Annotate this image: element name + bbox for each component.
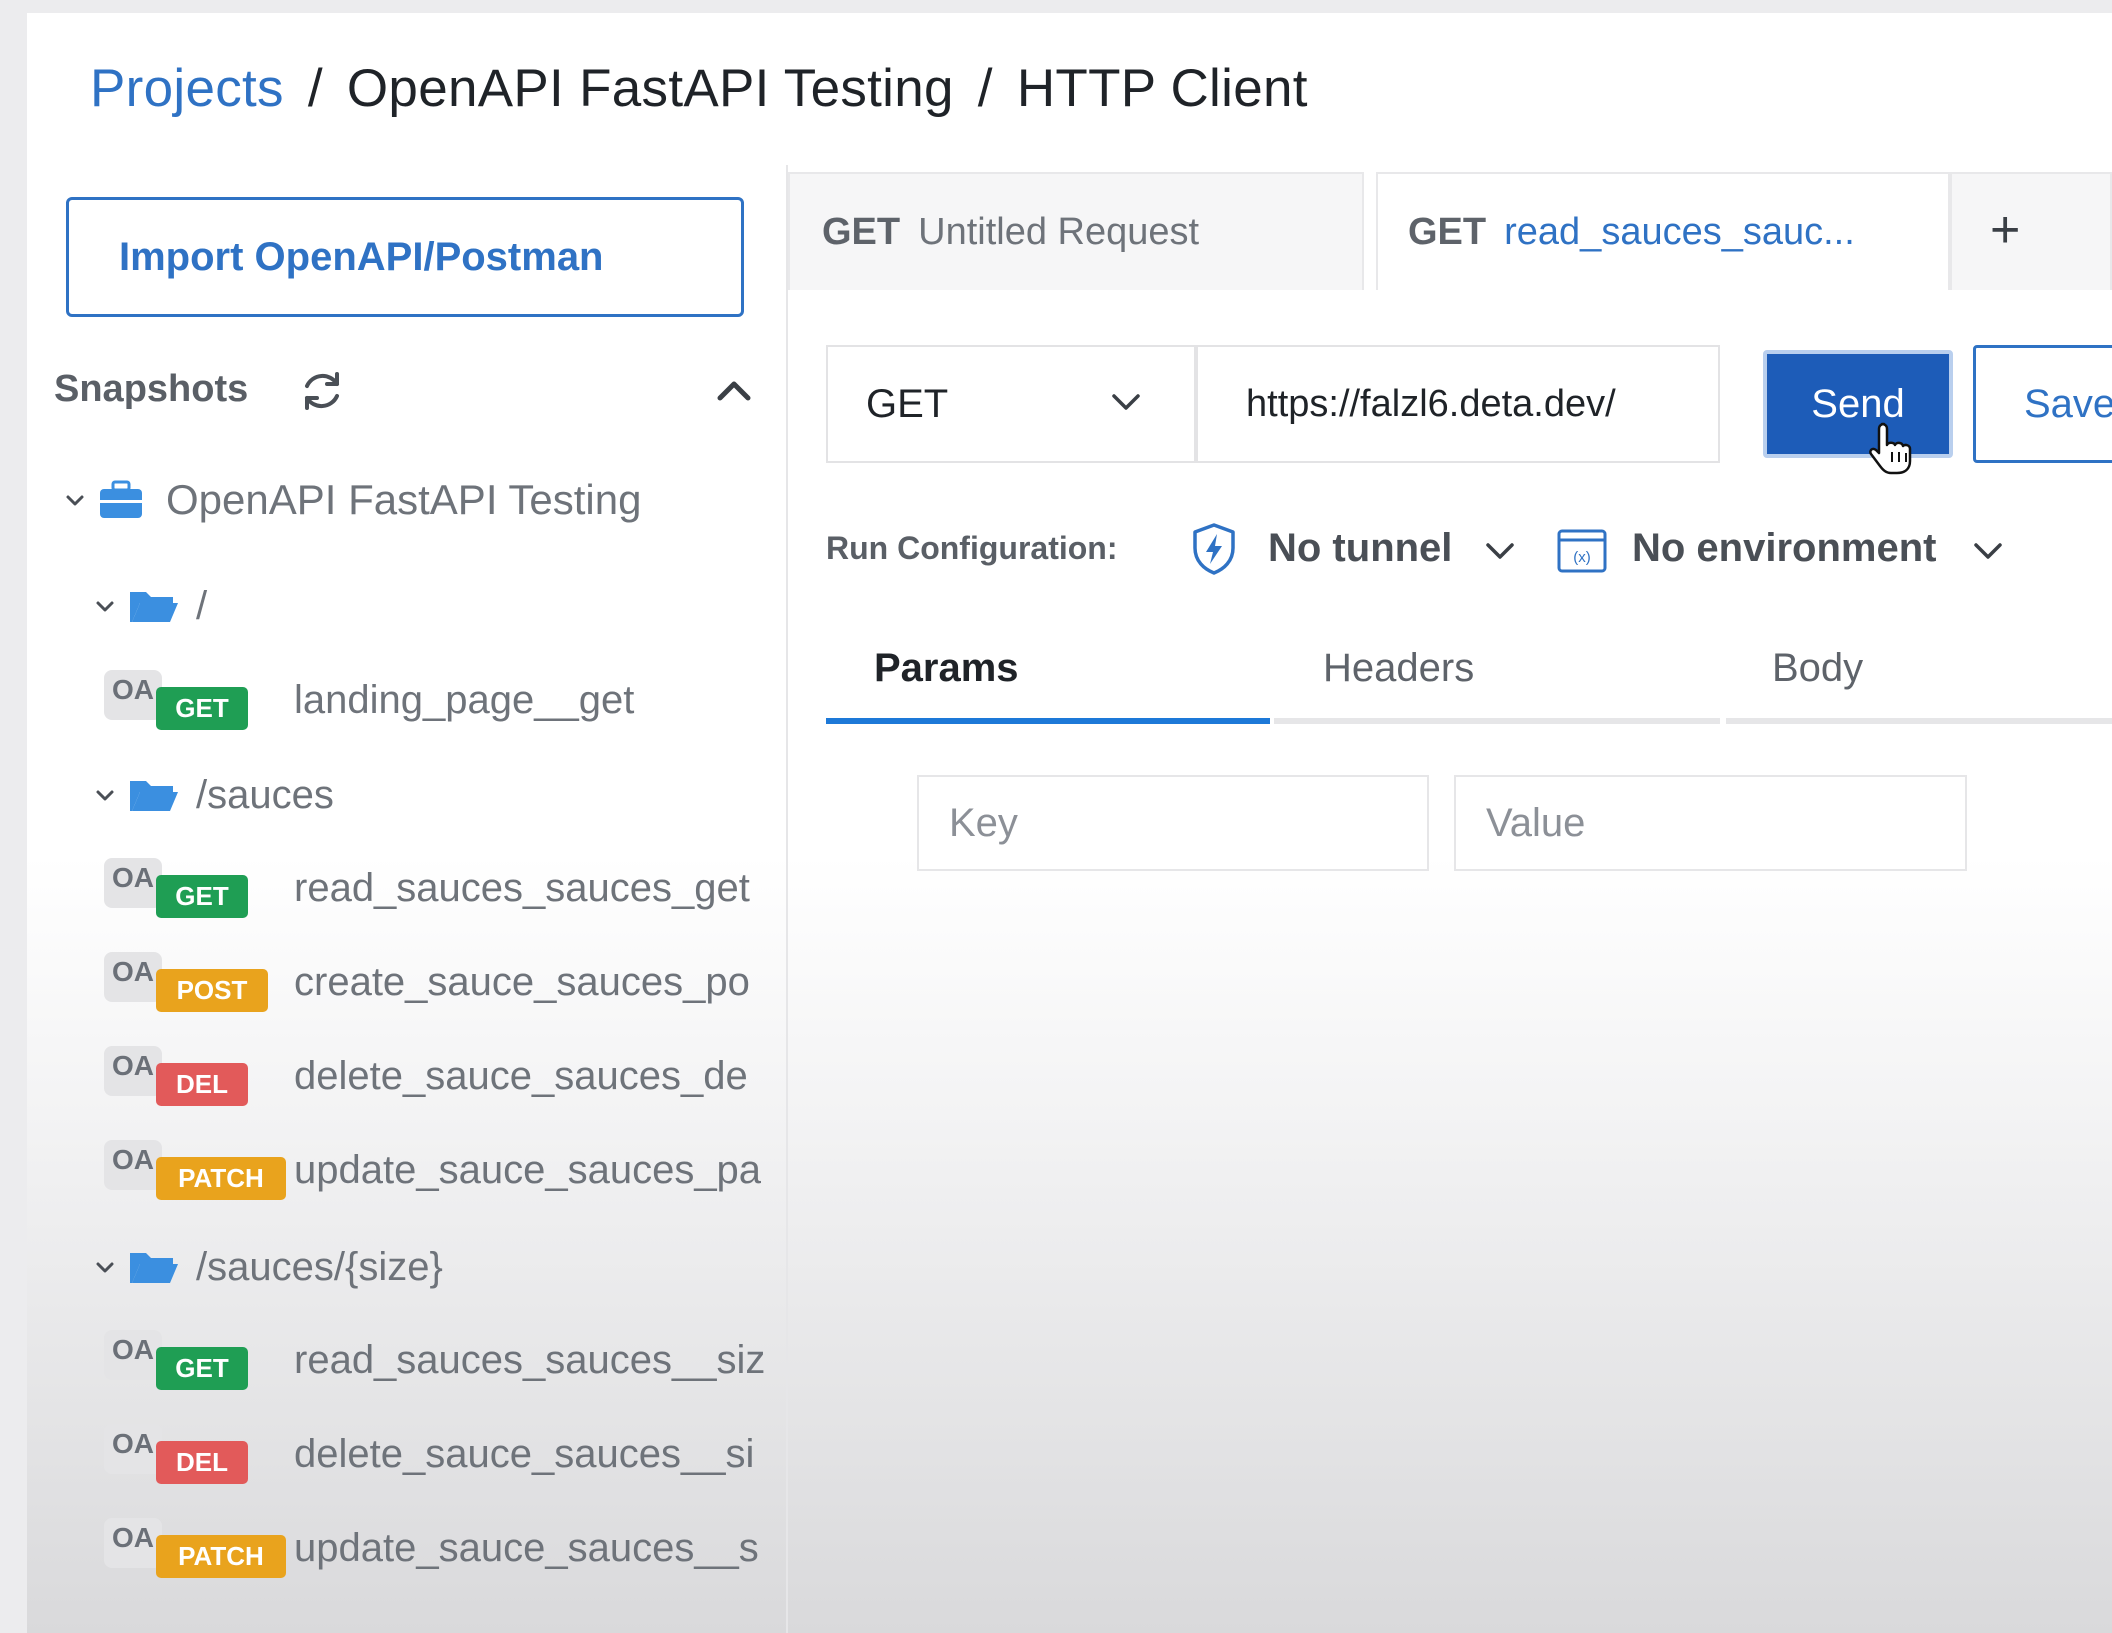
briefcase-icon [100, 480, 142, 518]
openapi-badge: OA [104, 1046, 162, 1096]
folder-label: / [196, 583, 208, 628]
chevron-down-icon[interactable] [94, 1256, 116, 1278]
endpoint-name: read_sauces_sauces__siz [294, 1338, 766, 1382]
tab-underline [1726, 718, 2112, 724]
openapi-badge: OA [104, 1424, 162, 1474]
folder-label: /sauces [196, 772, 334, 817]
shield-bolt-icon[interactable] [1190, 522, 1238, 576]
chevron-down-icon[interactable] [94, 784, 116, 806]
sidebar-divider [786, 165, 788, 1633]
openapi-badge: OA [104, 1140, 162, 1190]
endpoint-item[interactable]: OA PATCH update_sauce_sauces__s [104, 1518, 794, 1580]
send-button[interactable]: Send [1763, 350, 1953, 458]
breadcrumb: Projects / OpenAPI FastAPI Testing / HTTP Cl… [90, 58, 1308, 119]
tree-folder[interactable]: / [94, 576, 207, 636]
tab-underline-active [826, 718, 1270, 724]
environment-icon[interactable]: (x) [1556, 526, 1608, 574]
method-badge-patch: PATCH [156, 1157, 286, 1200]
openapi-badge: OA [104, 858, 162, 908]
add-tab-button[interactable]: + [1990, 200, 2020, 260]
tab-name: read_sauces_sauc... [1504, 210, 1855, 253]
method-badge-delete: DEL [156, 1441, 248, 1484]
run-configuration-label: Run Configuration: [826, 530, 1118, 566]
tab-underline [1274, 718, 1720, 724]
tab-method: GET [1408, 210, 1487, 253]
tab-name: Untitled Request [918, 210, 1200, 253]
openapi-badge: OA [104, 952, 162, 1002]
snapshots-title: Snapshots [54, 368, 249, 410]
method-select[interactable]: GET [826, 345, 1196, 463]
chevron-down-icon[interactable] [1972, 540, 2004, 562]
chevron-up-icon[interactable] [714, 374, 754, 404]
folder-open-icon [130, 1253, 178, 1283]
method-select-value: GET [866, 381, 949, 426]
snapshots-header: Snapshots [54, 362, 759, 418]
svg-text:(x): (x) [1573, 549, 1591, 566]
endpoint-name: delete_sauce_sauces__si [294, 1432, 755, 1476]
page-title: HTTP Client [1016, 59, 1308, 118]
endpoint-name: update_sauce_sauces_pa [294, 1148, 762, 1192]
tree-project[interactable]: OpenAPI FastAPI Testing [64, 470, 641, 530]
tunnel-select[interactable]: No tunnel [1268, 526, 1452, 571]
folder-open-icon [130, 781, 178, 811]
endpoint-name: delete_sauce_sauces_de [294, 1054, 748, 1098]
tab-body[interactable]: Body [1772, 646, 1863, 691]
method-badge-post: POST [156, 969, 268, 1012]
endpoint-name: read_sauces_sauces_get [294, 866, 750, 910]
breadcrumb-separator: / [977, 59, 993, 118]
param-key-input[interactable]: Key [917, 775, 1429, 871]
method-badge-patch: PATCH [156, 1535, 286, 1578]
endpoint-item[interactable]: OA GET read_sauces_sauces_get [104, 858, 794, 920]
chevron-down-icon[interactable] [64, 489, 86, 511]
method-badge-delete: DEL [156, 1063, 248, 1106]
method-badge-get: GET [156, 875, 248, 918]
endpoint-name: landing_page__get [294, 678, 635, 722]
refresh-icon[interactable] [297, 366, 347, 416]
tab-params[interactable]: Params [874, 646, 1019, 691]
param-value-input[interactable]: Value [1454, 775, 1967, 871]
tab-method: GET [822, 210, 901, 253]
breadcrumb-separator: / [307, 59, 323, 118]
folder-open-icon [130, 592, 178, 622]
request-tab[interactable]: GET Untitled Request [788, 172, 1364, 290]
endpoint-item[interactable]: OA POST create_sauce_sauces_po [104, 952, 794, 1014]
tree-folder[interactable]: /sauces [94, 765, 334, 825]
request-tab-active[interactable]: GET read_sauces_sauc... [1376, 172, 1950, 290]
endpoint-item[interactable]: OA GET landing_page__get [104, 670, 794, 732]
breadcrumb-project[interactable]: OpenAPI FastAPI Testing [347, 59, 954, 118]
endpoint-item[interactable]: OA GET read_sauces_sauces__siz [104, 1330, 794, 1392]
tab-headers[interactable]: Headers [1323, 646, 1474, 691]
url-input[interactable]: https://falzl6.deta.dev/ [1196, 345, 1720, 463]
endpoint-name: create_sauce_sauces_po [294, 960, 750, 1004]
import-openapi-button[interactable]: Import OpenAPI/Postman [66, 197, 744, 317]
method-badge-get: GET [156, 687, 248, 730]
hand-cursor-icon [1869, 422, 1912, 475]
new-tab-area [1950, 172, 2112, 290]
folder-label: /sauces/{size} [196, 1244, 443, 1289]
breadcrumb-projects-link[interactable]: Projects [90, 59, 284, 118]
method-badge-get: GET [156, 1347, 248, 1390]
chevron-down-icon [1112, 394, 1140, 410]
chevron-down-icon[interactable] [94, 595, 116, 617]
environment-select[interactable]: No environment [1632, 526, 1936, 571]
endpoint-item[interactable]: OA PATCH update_sauce_sauces_pa [104, 1140, 794, 1202]
endpoint-item[interactable]: OA DEL delete_sauce_sauces__si [104, 1424, 794, 1486]
endpoint-name: update_sauce_sauces__s [294, 1526, 759, 1570]
endpoint-item[interactable]: OA DEL delete_sauce_sauces_de [104, 1046, 794, 1108]
tree-folder[interactable]: /sauces/{size} [94, 1237, 443, 1297]
project-name: OpenAPI FastAPI Testing [166, 476, 642, 523]
chevron-down-icon[interactable] [1484, 540, 1516, 562]
save-button[interactable]: Save [1973, 345, 2112, 463]
openapi-badge: OA [104, 670, 162, 720]
openapi-badge: OA [104, 1518, 162, 1568]
openapi-badge: OA [104, 1330, 162, 1380]
